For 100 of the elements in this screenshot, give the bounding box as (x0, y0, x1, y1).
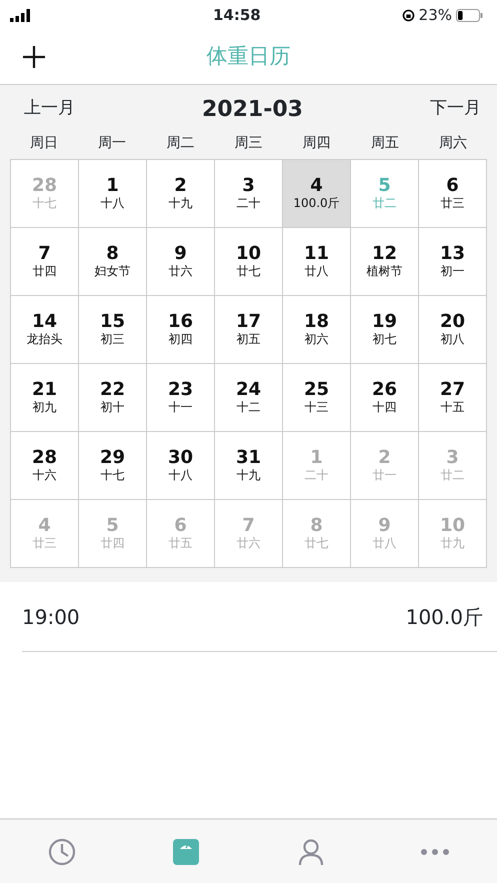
day-cell[interactable]: 31 十九 (215, 432, 283, 500)
status-time: 14:58 (212, 4, 261, 26)
day-subtitle: 100.0斤 (293, 196, 340, 211)
day-subtitle: 初四 (168, 332, 192, 347)
day-number: 1 (310, 448, 323, 468)
scale-icon (172, 838, 200, 866)
day-number: 28 (32, 176, 58, 196)
battery-icon (456, 8, 483, 22)
day-cell[interactable]: 23 十一 (147, 364, 215, 432)
record-weight: 100.0斤 (406, 604, 483, 630)
day-cell[interactable]: 28 十六 (11, 432, 79, 500)
day-number: 29 (100, 448, 126, 468)
day-number: 25 (304, 380, 330, 400)
day-cell[interactable]: 6 廿三 (419, 160, 487, 228)
next-month-link[interactable]: 下一月 (430, 96, 481, 122)
day-cell[interactable]: 26 十四 (351, 364, 419, 432)
day-subtitle: 廿一 (372, 468, 396, 483)
day-subtitle: 初六 (304, 332, 328, 347)
day-cell[interactable]: 25 十三 (283, 364, 351, 432)
day-cell[interactable]: 3 二十 (215, 160, 283, 228)
day-cell[interactable]: 29 十七 (79, 432, 147, 500)
day-cell[interactable]: 14 龙抬头 (11, 296, 79, 364)
record-time: 19:00 (22, 604, 80, 630)
more-icon (420, 848, 449, 854)
day-subtitle: 十八 (168, 468, 192, 483)
day-cell[interactable]: 7 廿四 (11, 228, 79, 296)
previous-month-link[interactable]: 上一月 (24, 96, 75, 122)
day-subtitle: 十七 (100, 468, 124, 483)
day-cell[interactable]: 17 初五 (215, 296, 283, 364)
day-number: 27 (440, 380, 466, 400)
day-cell[interactable]: 20 初八 (419, 296, 487, 364)
weekday-label: 周六 (438, 134, 468, 153)
day-number: 12 (372, 244, 398, 264)
month-title: 2021-03 (202, 96, 303, 124)
day-subtitle: 植树节 (366, 264, 402, 279)
day-cell[interactable]: 4 100.0斤 (283, 160, 351, 228)
day-subtitle: 十三 (304, 400, 328, 415)
weekday-label: 周日 (29, 134, 60, 153)
day-subtitle: 初三 (100, 332, 124, 347)
day-cell[interactable]: 24 十二 (215, 364, 283, 432)
day-subtitle: 二十 (236, 196, 260, 211)
day-subtitle: 廿四 (32, 264, 56, 279)
day-subtitle: 初七 (372, 332, 396, 347)
day-cell[interactable]: 11 廿八 (283, 228, 351, 296)
day-cell[interactable]: 12 植树节 (351, 228, 419, 296)
day-cell[interactable]: 16 初四 (147, 296, 215, 364)
day-subtitle: 廿七 (304, 536, 328, 551)
day-number: 2 (378, 448, 391, 468)
day-cell[interactable]: 9 廿六 (147, 228, 215, 296)
day-subtitle: 廿六 (236, 536, 260, 551)
day-number: 15 (100, 312, 126, 332)
day-subtitle: 十五 (440, 400, 464, 415)
day-cell[interactable]: 27 十五 (419, 364, 487, 432)
day-cell[interactable]: 22 初十 (79, 364, 147, 432)
day-number: 11 (304, 244, 330, 264)
day-number: 10 (236, 244, 262, 264)
day-subtitle: 十二 (236, 400, 260, 415)
day-cell[interactable]: 13 初一 (419, 228, 487, 296)
day-subtitle: 初九 (32, 400, 56, 415)
add-icon[interactable] (22, 45, 46, 69)
day-cell[interactable]: 19 初七 (351, 296, 419, 364)
day-cell[interactable]: 8 妇女节 (79, 228, 147, 296)
day-number: 19 (372, 312, 398, 332)
day-subtitle: 十九 (236, 468, 260, 483)
day-number: 18 (304, 312, 330, 332)
day-subtitle: 廿二 (440, 468, 464, 483)
day-cell[interactable]: 10 廿七 (215, 228, 283, 296)
day-subtitle: 廿九 (440, 536, 464, 551)
day-subtitle: 廿八 (304, 264, 328, 279)
day-subtitle: 廿三 (32, 536, 56, 551)
clock-icon (48, 838, 76, 866)
weekday-label: 周四 (302, 134, 332, 153)
day-number: 16 (168, 312, 194, 332)
day-number: 6 (446, 176, 459, 196)
day-number: 17 (236, 312, 262, 332)
day-subtitle: 初五 (236, 332, 260, 347)
day-subtitle: 十六 (32, 468, 56, 483)
day-number: 20 (440, 312, 466, 332)
day-subtitle: 初一 (440, 264, 464, 279)
day-cell[interactable]: 2 十九 (147, 160, 215, 228)
day-subtitle: 十一 (168, 400, 192, 415)
day-number: 14 (32, 312, 58, 332)
day-number: 9 (378, 516, 391, 536)
day-cell[interactable]: 1 十八 (79, 160, 147, 228)
day-cell[interactable]: 30 十八 (147, 432, 215, 500)
day-number: 8 (310, 516, 323, 536)
day-number: 2 (174, 176, 187, 196)
day-number: 3 (446, 448, 459, 468)
day-subtitle: 廿七 (236, 264, 260, 279)
page-title: 体重日历 (206, 43, 290, 70)
day-subtitle: 十四 (372, 400, 396, 415)
day-cell[interactable]: 15 初三 (79, 296, 147, 364)
day-number: 5 (106, 516, 119, 536)
day-cell[interactable]: 21 初九 (11, 364, 79, 432)
day-subtitle: 廿二 (372, 196, 396, 211)
day-number: 23 (168, 380, 194, 400)
day-cell[interactable]: 18 初六 (283, 296, 351, 364)
day-number: 5 (378, 176, 391, 196)
battery-percent: 23% (418, 4, 452, 26)
day-subtitle: 妇女节 (94, 264, 130, 279)
